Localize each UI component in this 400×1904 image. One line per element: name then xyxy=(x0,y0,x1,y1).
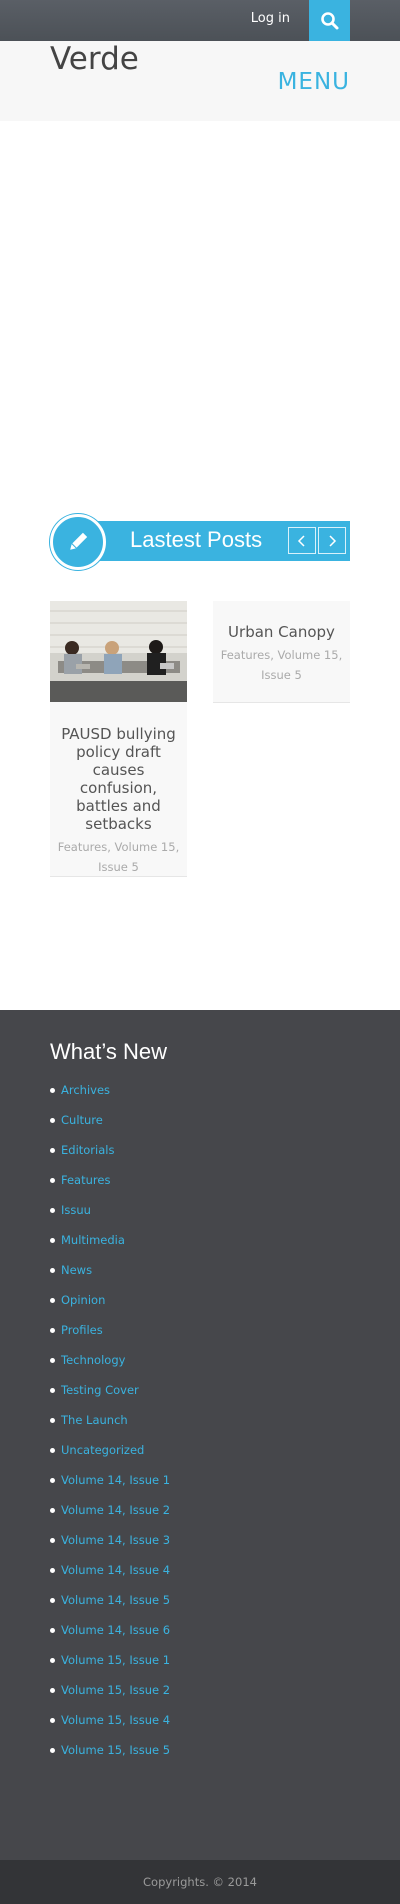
list-item: Volume 15, Issue 1 xyxy=(50,1645,170,1675)
category-link[interactable]: Volume 15, Issue 4 xyxy=(61,1713,170,1727)
list-item: Volume 14, Issue 3 xyxy=(50,1525,170,1555)
category-link[interactable]: Profiles xyxy=(61,1323,103,1337)
category-link[interactable]: Volume 14, Issue 6 xyxy=(61,1623,170,1637)
list-item: Issuu xyxy=(50,1195,170,1225)
list-item: Profiles xyxy=(50,1315,170,1345)
list-item: Multimedia xyxy=(50,1225,170,1255)
list-item: Volume 14, Issue 4 xyxy=(50,1555,170,1585)
post-image xyxy=(50,601,187,702)
category-link[interactable]: Uncategorized xyxy=(61,1443,144,1457)
carousel-prev-button[interactable] xyxy=(288,527,316,554)
list-item: Features xyxy=(50,1165,170,1195)
category-link[interactable]: News xyxy=(61,1263,92,1277)
category-link[interactable]: Volume 14, Issue 5 xyxy=(61,1593,170,1607)
post-title[interactable]: PAUSD bullying policy draft causes confu… xyxy=(50,725,187,833)
post-meta[interactable]: Features, Volume 15, Issue 5 xyxy=(50,837,187,877)
category-link[interactable]: Volume 15, Issue 5 xyxy=(61,1743,170,1757)
category-link[interactable]: Technology xyxy=(61,1353,125,1367)
category-link[interactable]: Opinion xyxy=(61,1293,105,1307)
category-link[interactable]: Volume 14, Issue 4 xyxy=(61,1563,170,1577)
latest-posts-bar: Lastest Posts xyxy=(70,521,350,561)
pencil-icon xyxy=(70,532,88,550)
post-card[interactable]: PAUSD bullying policy draft causes confu… xyxy=(50,601,187,877)
carousel-next-button[interactable] xyxy=(318,527,346,554)
copyright: Copyrights. © 2014 xyxy=(0,1860,400,1904)
post-meta[interactable]: Features, Volume 15, Issue 5 xyxy=(213,645,350,685)
post-card[interactable]: Urban Canopy Features, Volume 15, Issue … xyxy=(213,601,350,703)
category-link[interactable]: The Launch xyxy=(61,1413,128,1427)
login-link[interactable]: Log in xyxy=(251,11,290,26)
list-item: Opinion xyxy=(50,1285,170,1315)
category-link[interactable]: Features xyxy=(61,1173,110,1187)
list-item: News xyxy=(50,1255,170,1285)
list-item: Volume 15, Issue 2 xyxy=(50,1675,170,1705)
list-item: Archives xyxy=(50,1075,170,1105)
category-link[interactable]: Volume 15, Issue 2 xyxy=(61,1683,170,1697)
list-item: Uncategorized xyxy=(50,1435,170,1465)
category-link[interactable]: Culture xyxy=(61,1113,103,1127)
category-link[interactable]: Volume 15, Issue 1 xyxy=(61,1653,170,1667)
site-header: Verde MENU xyxy=(0,41,400,121)
menu-button[interactable]: MENU xyxy=(278,69,350,95)
widget-title: What’s New xyxy=(50,1039,167,1064)
list-item: Volume 14, Issue 2 xyxy=(50,1495,170,1525)
post-photo[interactable] xyxy=(50,601,187,702)
list-item: Volume 15, Issue 4 xyxy=(50,1705,170,1735)
list-item: Technology xyxy=(50,1345,170,1375)
category-list: Archives Culture Editorials Features Issuu Mu… xyxy=(50,1075,170,1765)
section-title: Lastest Posts xyxy=(130,527,263,552)
post-title[interactable]: Urban Canopy xyxy=(213,623,350,641)
search-icon xyxy=(320,11,338,29)
pencil-badge xyxy=(50,514,106,570)
list-item: Volume 15, Issue 5 xyxy=(50,1735,170,1765)
list-item: Volume 14, Issue 1 xyxy=(50,1465,170,1495)
latest-posts-header: Lastest Posts xyxy=(50,514,350,570)
category-link[interactable]: Volume 14, Issue 2 xyxy=(61,1503,170,1517)
category-link[interactable]: Multimedia xyxy=(61,1233,125,1247)
category-link[interactable]: Issuu xyxy=(61,1203,91,1217)
category-link[interactable]: Volume 14, Issue 3 xyxy=(61,1533,170,1547)
category-link[interactable]: Testing Cover xyxy=(61,1383,139,1397)
chevron-left-icon xyxy=(297,534,305,547)
list-item: Volume 14, Issue 6 xyxy=(50,1615,170,1645)
list-item: Volume 14, Issue 5 xyxy=(50,1585,170,1615)
whats-new-widget: What’s New Archives Culture Editorials Feat… xyxy=(0,1010,400,1860)
site-title[interactable]: Verde xyxy=(50,41,139,77)
category-link[interactable]: Volume 14, Issue 1 xyxy=(61,1473,170,1487)
search-button[interactable] xyxy=(309,0,350,41)
list-item: Editorials xyxy=(50,1135,170,1165)
category-link[interactable]: Editorials xyxy=(61,1143,114,1157)
list-item: Culture xyxy=(50,1105,170,1135)
list-item: The Launch xyxy=(50,1405,170,1435)
list-item: Testing Cover xyxy=(50,1375,170,1405)
top-bar: Log in xyxy=(0,0,400,41)
category-link[interactable]: Archives xyxy=(61,1083,110,1097)
chevron-right-icon xyxy=(329,534,337,547)
